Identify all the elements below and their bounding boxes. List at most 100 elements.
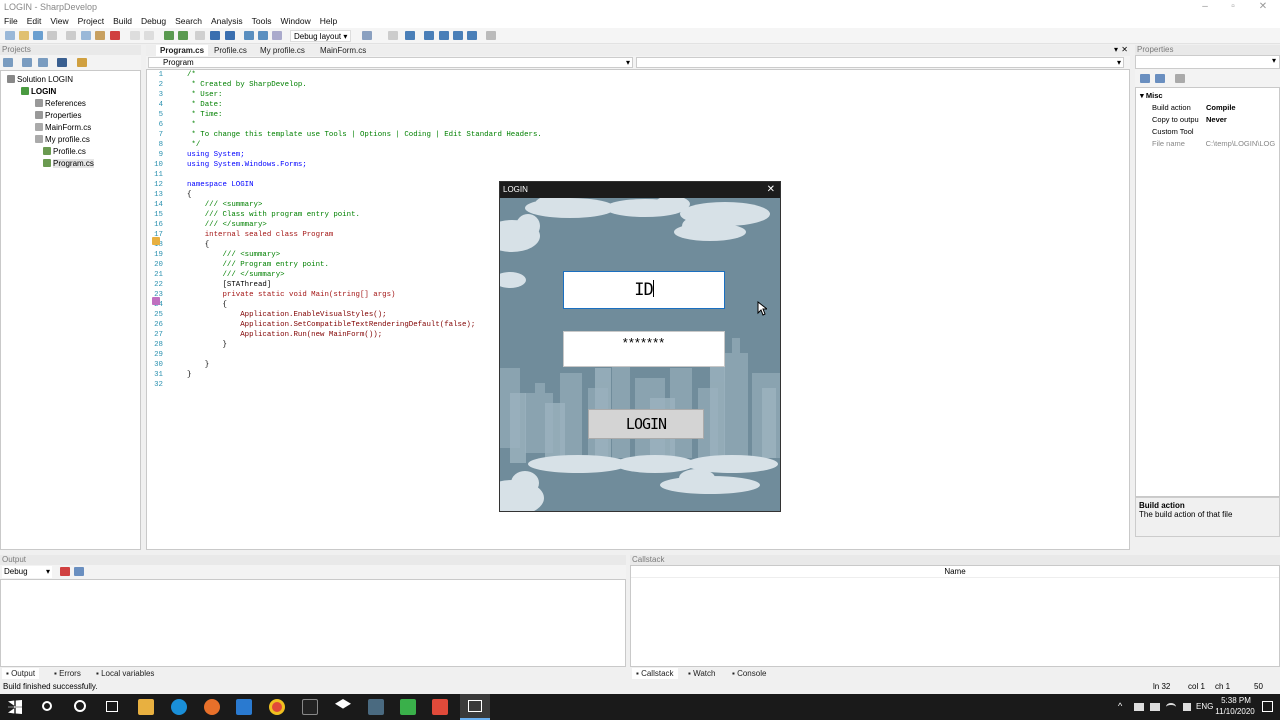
code-line[interactable]: Application.EnableVisualStyles(); — [187, 310, 542, 320]
tray-arrow-icon[interactable]: ^ — [1118, 701, 1122, 711]
step-over-icon[interactable] — [244, 31, 254, 40]
property-row[interactable]: Build action Compile — [1136, 103, 1279, 115]
tree-item-mainform[interactable]: MainForm.cs — [1, 122, 140, 134]
code-line[interactable] — [187, 170, 542, 180]
clock-date[interactable]: 11/10/2020 — [1212, 707, 1258, 716]
code-line[interactable]: using System; — [187, 150, 542, 160]
code-line[interactable]: * Created by SharpDevelop. — [187, 80, 542, 90]
code-text[interactable]: /* * Created by SharpDevelop. * User: * … — [187, 70, 542, 390]
output-text[interactable] — [0, 579, 626, 667]
tree-item-project[interactable]: LOGIN — [1, 86, 140, 98]
object-selector[interactable]: ▾ — [1135, 55, 1280, 69]
dropbox-icon[interactable] — [335, 699, 351, 709]
open-icon[interactable] — [19, 31, 29, 40]
tab-my-profile[interactable]: My profile.cs — [256, 45, 309, 56]
collapse-icon[interactable] — [22, 58, 32, 67]
app-icon[interactable] — [432, 699, 448, 715]
callstack-list[interactable]: Name — [630, 565, 1280, 667]
code-line[interactable]: * Time: — [187, 110, 542, 120]
code-line[interactable]: */ — [187, 140, 542, 150]
menu-analysis[interactable]: Analysis — [211, 15, 243, 28]
code-line[interactable]: Application.Run(new MainForm()); — [187, 330, 542, 340]
rebuild-icon[interactable] — [178, 31, 188, 40]
code-line[interactable]: Application.SetCompatibleTextRenderingDe… — [187, 320, 542, 330]
code-line[interactable]: { — [187, 240, 542, 250]
sharpdevelop-icon[interactable] — [368, 699, 384, 715]
code-line[interactable]: } — [187, 360, 542, 370]
code-line[interactable] — [187, 380, 542, 390]
build-icon[interactable] — [164, 31, 174, 40]
code-line[interactable]: /// <summary> — [187, 250, 542, 260]
save-all-icon[interactable] — [47, 31, 57, 40]
code-line[interactable]: * Date: — [187, 100, 542, 110]
menu-search[interactable]: Search — [175, 15, 202, 28]
tab-menu-icon[interactable]: ▾ — [1114, 45, 1118, 54]
clear-icon[interactable] — [60, 567, 70, 576]
file-explorer-icon[interactable] — [138, 699, 154, 715]
code-line[interactable]: /// </summary> — [187, 270, 542, 280]
property-row[interactable]: Custom Tool — [1136, 127, 1279, 139]
code-line[interactable]: internal sealed class Program — [187, 230, 542, 240]
toggle-icon[interactable] — [388, 31, 398, 40]
menu-build[interactable]: Build — [113, 15, 132, 28]
battery-icon[interactable] — [1150, 703, 1160, 711]
tree-item-profile[interactable]: Profile.cs — [1, 146, 140, 158]
property-row[interactable]: File name C:\temp\LOGIN\LOG — [1136, 139, 1279, 151]
paste-icon[interactable] — [95, 31, 105, 40]
new-file-icon[interactable] — [5, 31, 15, 40]
active-window-button[interactable] — [460, 694, 490, 720]
menu-project[interactable]: Project — [78, 15, 104, 28]
menu-help[interactable]: Help — [320, 15, 337, 28]
notion-icon[interactable] — [302, 699, 318, 715]
find-icon[interactable] — [486, 31, 496, 40]
column-header-name[interactable]: Name — [631, 566, 1279, 578]
stop-icon[interactable] — [225, 31, 235, 40]
tab-output[interactable]: ▪ Output — [2, 668, 40, 679]
login-close-icon[interactable]: ✕ — [767, 182, 775, 198]
search-icon[interactable] — [42, 701, 52, 711]
show-all-icon[interactable] — [38, 58, 48, 67]
bookmark-icon[interactable] — [152, 237, 160, 245]
tab-profile[interactable]: Profile.cs — [210, 45, 251, 56]
property-row[interactable]: Copy to outpu Never — [1136, 115, 1279, 127]
properties-icon[interactable] — [57, 58, 67, 67]
add-icon[interactable] — [77, 58, 87, 67]
code-line[interactable]: /// Program entry point. — [187, 260, 542, 270]
menu-window[interactable]: Window — [281, 15, 311, 28]
property-pages-icon[interactable] — [1175, 74, 1185, 83]
id-input[interactable]: ID — [563, 271, 725, 309]
language-indicator[interactable]: ENG — [1196, 702, 1213, 711]
tab-console[interactable]: ▪ Console — [728, 668, 770, 679]
edge-icon[interactable] — [171, 699, 187, 715]
start-icon[interactable] — [8, 700, 22, 714]
tab-errors[interactable]: ▪ Errors — [50, 668, 85, 679]
delete-icon[interactable] — [110, 31, 120, 40]
menu-edit[interactable]: Edit — [27, 15, 42, 28]
refresh-icon[interactable] — [3, 58, 13, 67]
tab-mainform[interactable]: MainForm.cs — [316, 45, 370, 56]
copy-icon[interactable] — [81, 31, 91, 40]
menu-tools[interactable]: Tools — [252, 15, 272, 28]
code-line[interactable]: * — [187, 120, 542, 130]
tab-watch[interactable]: ▪ Watch — [684, 668, 719, 679]
tree-item-references[interactable]: References — [1, 98, 140, 110]
layout-dropdown[interactable]: Debug layout ▾ — [290, 30, 352, 42]
app-icon[interactable] — [400, 699, 416, 715]
category-misc[interactable]: ▾ Misc — [1136, 91, 1279, 103]
categorized-icon[interactable] — [1140, 74, 1150, 83]
code-line[interactable]: namespace LOGIN — [187, 180, 542, 190]
tree-item-program[interactable]: Program.cs — [1, 158, 140, 170]
pause-icon[interactable] — [210, 31, 220, 40]
tree-item-myprofile[interactable]: My profile.cs — [1, 134, 140, 146]
menu-view[interactable]: View — [50, 15, 68, 28]
step-out-icon[interactable] — [272, 31, 282, 40]
code-line[interactable] — [187, 350, 542, 360]
close-button[interactable]: ✕ — [1252, 0, 1274, 15]
clock-time[interactable]: 5:38 PM — [1220, 696, 1252, 705]
code-line[interactable]: /// Class with program entry point. — [187, 210, 542, 220]
mail-icon[interactable] — [236, 699, 252, 715]
code-line[interactable]: { — [187, 300, 542, 310]
redo-icon[interactable] — [144, 31, 154, 40]
preview-icon[interactable] — [453, 31, 463, 40]
class-combo[interactable]: Program ▾ — [148, 57, 633, 68]
